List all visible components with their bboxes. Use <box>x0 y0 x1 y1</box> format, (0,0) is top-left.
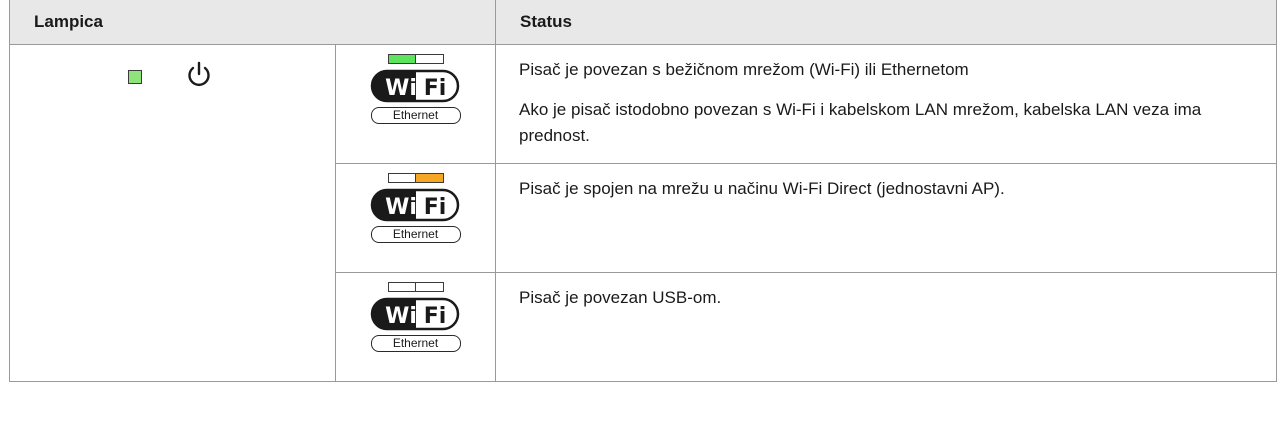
led-right <box>415 283 443 291</box>
svg-text:Wi: Wi <box>385 195 417 220</box>
header-status: Status <box>495 0 1278 45</box>
svg-text:Wi: Wi <box>385 76 417 101</box>
network-led-indicator <box>387 54 444 64</box>
svg-text:Fi: Fi <box>423 76 446 101</box>
ethernet-label: Ethernet <box>370 335 461 352</box>
wifi-icon: Wi Fi <box>370 297 459 331</box>
ethernet-label: Ethernet <box>370 107 461 124</box>
led-left <box>388 174 415 182</box>
network-led-indicator <box>387 173 444 183</box>
header-row: Lampica Status <box>8 0 1278 45</box>
status-line: Pisač je povezan s bežičnom mrežom (Wi-F… <box>519 60 969 79</box>
power-icon <box>188 61 210 86</box>
ethernet-label: Ethernet <box>370 226 461 243</box>
power-led-indicator <box>128 70 142 84</box>
svg-text:Wi: Wi <box>385 304 417 329</box>
wifi-icon: Wi Fi <box>370 69 459 103</box>
power-cell <box>9 44 336 382</box>
status-text-cell: Pisač je povezan USB-om. <box>495 272 1278 382</box>
status-text-cell: Pisač je povezan s bežičnom mrežom (Wi-F… <box>495 44 1278 164</box>
status-text-cell: Pisač je spojen na mrežu u načinu Wi-Fi … <box>495 163 1278 273</box>
table-row: Wi Fi Ethernet Pisač je povezan s bežičn… <box>9 44 1278 382</box>
status-line: Pisač je povezan USB-om. <box>519 288 722 307</box>
network-status-icon: Wi Fi Ethernet <box>334 272 497 382</box>
status-line: Pisač je spojen na mrežu u načinu Wi-Fi … <box>519 179 1005 198</box>
svg-text:Fi: Fi <box>423 195 446 220</box>
led-right <box>415 174 443 182</box>
network-led-indicator <box>387 282 444 292</box>
header-lampica: Lampica <box>8 0 497 45</box>
led-right <box>415 55 443 63</box>
led-left <box>388 283 415 291</box>
svg-text:Fi: Fi <box>423 304 446 329</box>
led-left <box>388 55 415 63</box>
status-table: Lampica Status Wi Fi Ethernet Pisač je p… <box>8 0 1278 382</box>
wifi-icon: Wi Fi <box>370 188 459 222</box>
network-status-icon: Wi Fi Ethernet <box>334 163 497 273</box>
status-line: Ako je pisač istodobno povezan s Wi-Fi i… <box>519 100 1202 145</box>
network-status-icon: Wi Fi Ethernet <box>334 44 497 164</box>
